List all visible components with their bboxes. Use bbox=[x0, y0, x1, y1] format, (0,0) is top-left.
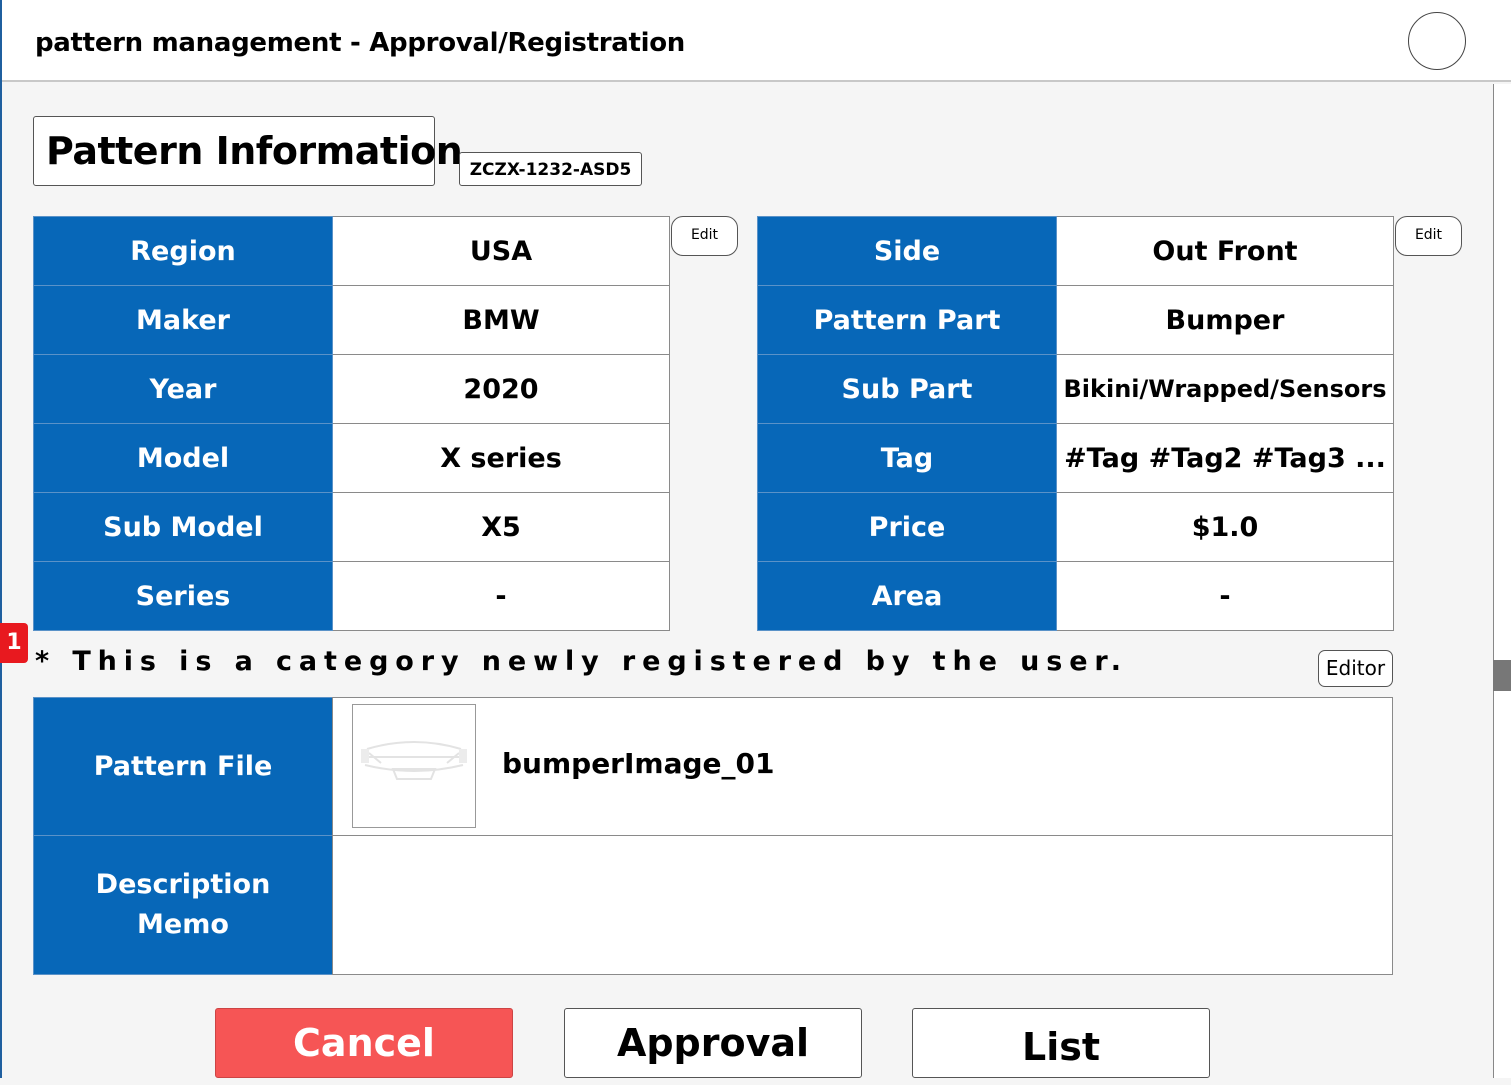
annotation-badge: 1 bbox=[0, 623, 28, 663]
row-value: X series bbox=[332, 423, 670, 493]
list-button[interactable]: List bbox=[912, 1008, 1210, 1078]
row-label: Area bbox=[757, 561, 1057, 631]
table-row: Sub Model X5 bbox=[33, 492, 670, 562]
table-row: Pattern Part Bumper bbox=[757, 285, 1394, 355]
row-label: Price bbox=[757, 492, 1057, 562]
table-row: Sub Part Bikini/Wrapped/Sensors bbox=[757, 354, 1394, 424]
row-value: USA bbox=[332, 216, 670, 286]
scrollbar-thumb[interactable] bbox=[1493, 660, 1511, 691]
editor-button[interactable]: Editor bbox=[1318, 650, 1393, 687]
table-row: Area - bbox=[757, 561, 1394, 631]
pattern-file-cell bbox=[332, 697, 1393, 836]
pattern-file-label: Pattern File bbox=[33, 697, 333, 836]
row-label: Tag bbox=[757, 423, 1057, 493]
table-row: Model X series bbox=[33, 423, 670, 493]
row-label: Pattern Part bbox=[757, 285, 1057, 355]
row-label: Region bbox=[33, 216, 333, 286]
left-info-table: Region USA Maker BMW Year 2020 Model X s… bbox=[33, 216, 670, 631]
notice-text: * This is a category newly registered by… bbox=[35, 646, 1128, 677]
row-value: Bumper bbox=[1056, 285, 1394, 355]
window-left-edge bbox=[0, 0, 2, 1078]
table-row: Tag #Tag #Tag2 #Tag3 ... bbox=[757, 423, 1394, 493]
row-label: Year bbox=[33, 354, 333, 424]
row-label: Side bbox=[757, 216, 1057, 286]
description-memo-field[interactable] bbox=[332, 835, 1393, 975]
row-value: Bikini/Wrapped/Sensors bbox=[1056, 354, 1394, 424]
description-memo-label: Description Memo bbox=[33, 835, 333, 975]
row-label: Series bbox=[33, 561, 333, 631]
right-edit-button[interactable]: Edit bbox=[1395, 216, 1462, 256]
app-header: pattern management - Approval/Registrati… bbox=[2, 0, 1511, 82]
row-label: Model bbox=[33, 423, 333, 493]
row-value: - bbox=[1056, 561, 1394, 631]
row-value: Out Front bbox=[1056, 216, 1394, 286]
row-value: BMW bbox=[332, 285, 670, 355]
table-row: Price $1.0 bbox=[757, 492, 1394, 562]
cancel-button[interactable]: Cancel bbox=[215, 1008, 513, 1078]
page-title: pattern management - Approval/Registrati… bbox=[35, 28, 686, 58]
pattern-code-badge: ZCZX-1232-ASD5 bbox=[459, 152, 642, 186]
section-title: Pattern Information bbox=[33, 116, 463, 186]
pattern-file-name: bumperImage_01 bbox=[502, 747, 775, 780]
table-row: Year 2020 bbox=[33, 354, 670, 424]
user-avatar-icon[interactable] bbox=[1408, 12, 1466, 70]
left-edit-button[interactable]: Edit bbox=[671, 216, 738, 256]
scrollbar-track[interactable] bbox=[1493, 84, 1511, 1078]
bumper-thumbnail-icon[interactable] bbox=[352, 704, 476, 828]
memo-label-line2: Memo bbox=[137, 909, 229, 940]
row-label: Sub Part bbox=[757, 354, 1057, 424]
row-value: - bbox=[332, 561, 670, 631]
row-value: $1.0 bbox=[1056, 492, 1394, 562]
row-value: X5 bbox=[332, 492, 670, 562]
table-row: Side Out Front bbox=[757, 216, 1394, 286]
approval-button[interactable]: Approval bbox=[564, 1008, 862, 1078]
row-value: 2020 bbox=[332, 354, 670, 424]
memo-label-line1: Description bbox=[95, 869, 271, 900]
right-info-table: Side Out Front Pattern Part Bumper Sub P… bbox=[757, 216, 1394, 631]
row-value: #Tag #Tag2 #Tag3 ... bbox=[1056, 423, 1394, 493]
table-row: Maker BMW bbox=[33, 285, 670, 355]
row-label: Sub Model bbox=[33, 492, 333, 562]
table-row: Series - bbox=[33, 561, 670, 631]
row-label: Maker bbox=[33, 285, 333, 355]
table-row: Region USA bbox=[33, 216, 670, 286]
